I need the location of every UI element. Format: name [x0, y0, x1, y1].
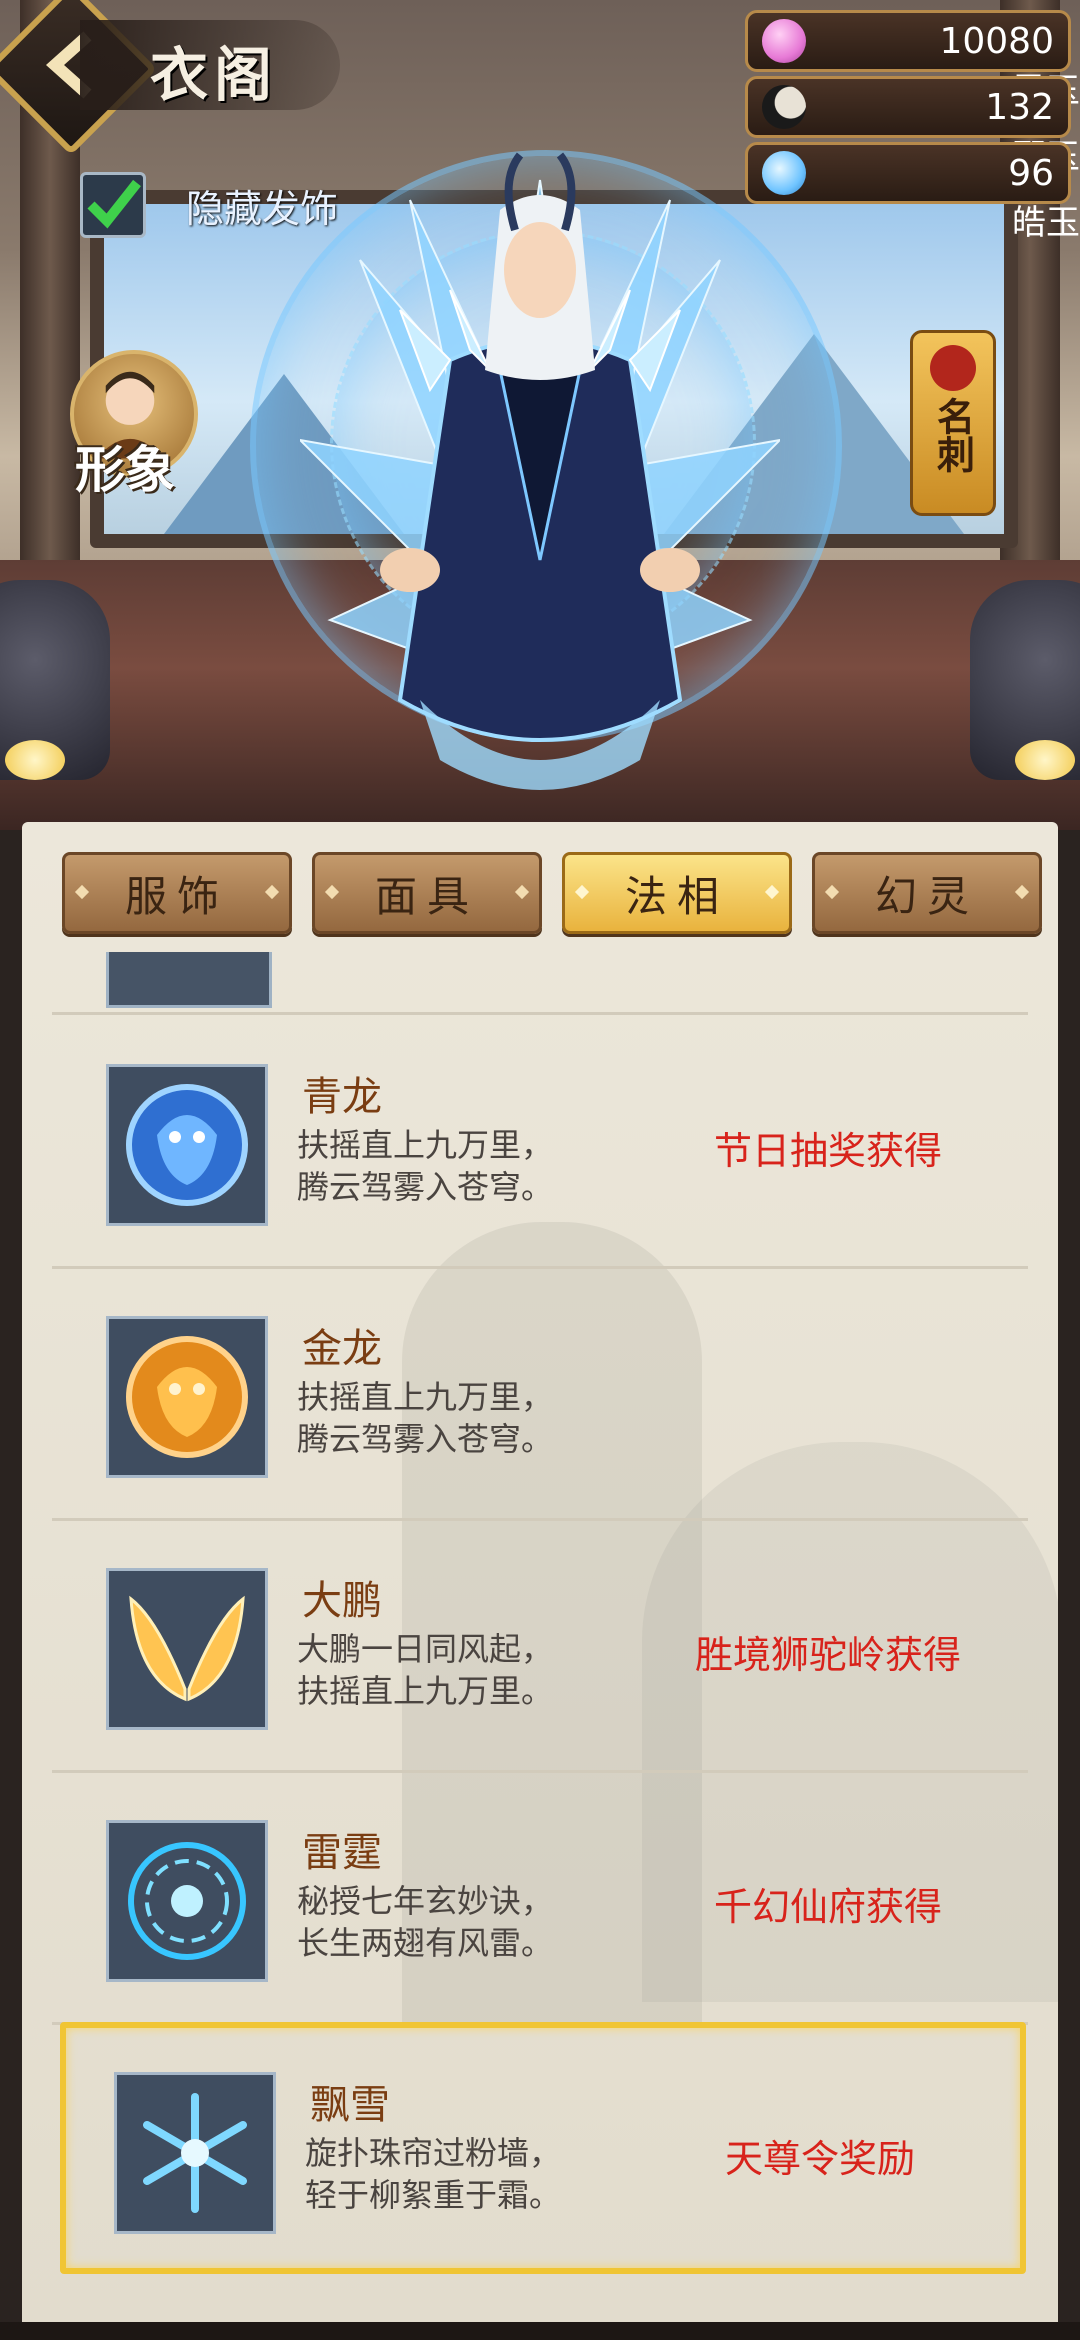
character-preview-scene: 衣阁 隐藏发饰 灵玉 10080 邪玉 132 皓玉 96 形象 [0, 0, 1080, 830]
tab-label: 面具 [374, 871, 479, 921]
currency-xieyu: 邪玉 132 [745, 76, 1080, 177]
item-desc-line: 扶摇直上九万里。 [297, 1672, 554, 1710]
left-incense-burner [0, 580, 110, 780]
right-incense-burner [970, 580, 1080, 780]
tab-illusion-spirit[interactable]: 幻灵 [812, 852, 1042, 934]
item-description: 秘授七年玄妙诀， 长生两翅有风雷。 [297, 1880, 553, 1964]
item-desc-line: 旋扑珠帘过粉墙， [305, 2134, 562, 2172]
blue-swirl-icon [762, 151, 806, 195]
item-list[interactable]: 青龙 扶摇直上九万里， 腾云驾雾入苍穹。 节日抽奖获得 金龙 扶摇直上九万里， … [52, 952, 1028, 2322]
wardrobe-panel: 服饰 面具 法相 幻灵 青龙 扶摇直上九万里， 腾云驾雾入苍穹。 节日抽奖获得 … [22, 822, 1058, 2322]
tab-clothing[interactable]: 服饰 [62, 852, 292, 934]
appearance-label: 形象 [75, 440, 175, 499]
item-desc-line: 扶摇直上九万里， [297, 1378, 554, 1416]
item-desc-line: 长生两翅有风雷。 [297, 1924, 554, 1962]
list-item-partial[interactable] [52, 952, 1028, 1015]
list-item[interactable]: 大鹏 大鹏一日同风起， 扶摇直上九万里。 胜境狮驼岭获得 [52, 1518, 1028, 1773]
item-thumbnail [106, 1064, 268, 1226]
tab-dharma-form[interactable]: 法相 [562, 852, 792, 934]
item-name: 金龙 [302, 1326, 382, 1372]
golden-wings-icon [129, 1595, 245, 1702]
item-thumbnail [106, 1820, 268, 1982]
item-thumbnail [106, 952, 272, 1008]
item-source: 胜境狮驼岭获得 [694, 1633, 961, 1677]
thunder-ring-icon [128, 1842, 246, 1960]
checkbox[interactable] [80, 172, 146, 238]
item-name: 飘雪 [310, 2082, 390, 2128]
tab-mask[interactable]: 面具 [312, 852, 542, 934]
item-name: 雷霆 [302, 1830, 382, 1876]
item-source: 千幻仙府获得 [713, 1885, 942, 1929]
tab-label: 法相 [624, 871, 729, 921]
hide-hair-accessory-toggle[interactable]: 隐藏发饰 [80, 170, 338, 240]
item-name: 大鹏 [302, 1578, 382, 1624]
page-title: 衣阁 [150, 41, 279, 109]
snowflake-icon [143, 2093, 247, 2213]
currency-value: 132 [985, 86, 1054, 128]
item-source: 天尊令奖励 [724, 2137, 915, 2181]
item-thumbnail [106, 1568, 268, 1730]
item-desc-line: 扶摇直上九万里， [297, 1126, 554, 1164]
item-thumbnail [106, 1316, 268, 1478]
tab-label: 幻灵 [874, 871, 979, 921]
name-card-button[interactable]: 名刺 [910, 330, 996, 516]
item-desc-line: 腾云驾雾入苍穹。 [297, 1420, 554, 1458]
item-thumbnail [114, 2072, 276, 2234]
item-desc-line: 腾云驾雾入苍穹。 [297, 1168, 554, 1206]
item-description: 扶摇直上九万里， 腾云驾雾入苍穹。 [297, 1376, 553, 1460]
list-item[interactable]: 金龙 扶摇直上九万里， 腾云驾雾入苍穹。 [52, 1266, 1028, 1521]
tab-label: 服饰 [124, 871, 229, 921]
pink-gem-icon [762, 19, 806, 63]
currency-name: 皓玉 [1012, 203, 1080, 243]
currency-haoyu: 皓玉 96 [745, 142, 1080, 243]
category-tabs: 服饰 面具 法相 幻灵 [62, 852, 1042, 934]
item-name: 青龙 [302, 1074, 382, 1120]
item-desc-line: 轻于柳絮重于霜。 [305, 2176, 562, 2214]
item-description: 大鹏一日同风起， 扶摇直上九万里。 [297, 1628, 553, 1712]
currency-value: 10080 [939, 20, 1054, 62]
blue-dragon-icon [126, 1084, 248, 1206]
checkmark-icon [87, 179, 141, 229]
item-desc-line: 大鹏一日同风起， [297, 1630, 554, 1668]
gold-dragon-icon [126, 1336, 248, 1458]
currency-lingyu: 灵玉 10080 [745, 10, 1080, 111]
item-description: 旋扑珠帘过粉墙， 轻于柳絮重于霜。 [305, 2132, 561, 2216]
item-description: 扶摇直上九万里， 腾云驾雾入苍穹。 [297, 1124, 553, 1208]
name-card-label: 名刺 [930, 397, 976, 473]
hide-hair-accessory-label: 隐藏发饰 [186, 186, 339, 231]
dark-moon-icon [762, 85, 806, 129]
item-source: 节日抽奖获得 [713, 1129, 942, 1173]
list-item[interactable]: 雷霆 秘授七年玄妙诀， 长生两翅有风雷。 千幻仙府获得 [52, 1770, 1028, 2025]
list-item[interactable]: 青龙 扶摇直上九万里， 腾云驾雾入苍穹。 节日抽奖获得 [52, 1014, 1028, 1269]
character-ice-avatar [300, 152, 780, 790]
bottom-edge [0, 2322, 1080, 2340]
item-desc-line: 秘授七年玄妙诀， [297, 1882, 554, 1920]
red-seal-icon [930, 345, 976, 391]
list-item-selected[interactable]: 飘雪 旋扑珠帘过粉墙， 轻于柳絮重于霜。 天尊令奖励 [60, 2022, 1026, 2274]
currency-value: 96 [1008, 152, 1054, 194]
